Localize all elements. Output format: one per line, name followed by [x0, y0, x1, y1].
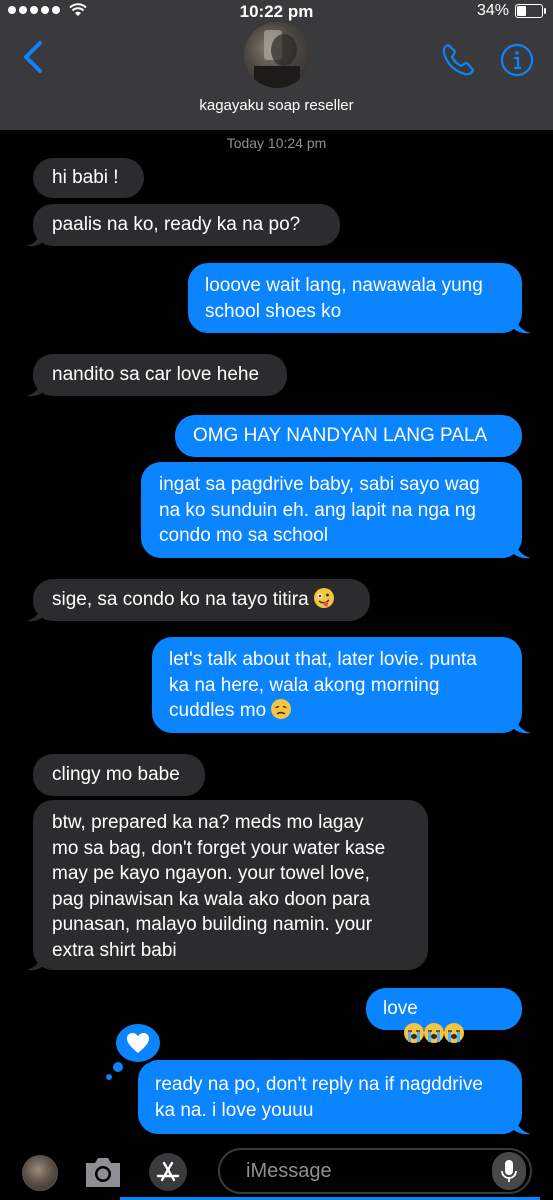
app-store-button[interactable]	[149, 1153, 187, 1191]
battery-status: 34%	[476, 2, 546, 20]
contact-name[interactable]: kagayaku soap reseller	[0, 97, 553, 114]
message-bubble-received[interactable]: clingy mo babe	[33, 754, 205, 796]
contact-avatar[interactable]	[244, 22, 310, 88]
message-bubble-received[interactable]: sige, sa condo ko na tayo titira	[33, 579, 370, 621]
tapback-tail	[113, 1062, 123, 1072]
animoji-avatar-button[interactable]	[22, 1155, 58, 1191]
message-bubble-sent[interactable]: OMG HAY NANDYAN LANG PALA	[175, 415, 522, 457]
status-time: 10:22 pm	[239, 2, 314, 21]
message-bubble-sent[interactable]: ready na po, don't reply na if nagddrive…	[138, 1060, 522, 1134]
camera-icon[interactable]	[82, 1153, 124, 1191]
loudly-crying-face-emoji	[404, 1022, 425, 1043]
bubble-tail	[26, 231, 44, 247]
message-text: ready na po, don't reply na if nagddrive…	[155, 1074, 483, 1121]
phone-icon[interactable]	[440, 42, 476, 78]
microphone-button[interactable]	[492, 1152, 526, 1190]
battery-percent: 34%	[476, 2, 509, 19]
message-bubble-sent[interactable]: let's talk about that, later lovie. punt…	[152, 637, 522, 733]
message-text: OMG HAY NANDYAN LANG PALA	[193, 425, 488, 446]
loudly-crying-face-emoji	[444, 1022, 465, 1043]
bubble-tail	[26, 381, 44, 397]
bubble-tail	[513, 718, 531, 734]
message-text: nandito sa car love hehe	[52, 364, 260, 385]
message-text: paalis na ko, ready ka na po?	[52, 214, 301, 235]
message-bubble-received[interactable]: hi babi !	[33, 158, 144, 198]
message-bubble-received[interactable]: paalis na ko, ready ka na po?	[33, 204, 340, 246]
bubble-tail	[26, 955, 44, 971]
message-text: clingy mo babe	[52, 764, 180, 785]
message-bubble-sent[interactable]: looove wait lang, nawawala yung school s…	[188, 263, 522, 333]
message-input-placeholder: iMessage	[246, 1160, 332, 1182]
zany-face-emoji	[313, 588, 334, 608]
message-text: let's talk about that, later lovie. punt…	[169, 649, 477, 721]
message-text: btw, prepared ka na? meds mo lagay mo sa…	[52, 812, 386, 961]
heart-tapback[interactable]	[113, 1021, 163, 1065]
bubble-tail	[26, 606, 44, 622]
message-text: looove wait lang, nawawala yung school s…	[205, 275, 483, 322]
disappointed-face-emoji	[271, 699, 292, 719]
bubble-tail	[513, 543, 531, 559]
message-bubble-sent[interactable]: love	[366, 988, 522, 1043]
back-chevron-icon[interactable]	[18, 40, 48, 74]
message-text: sige, sa condo ko na tayo titira	[52, 587, 334, 613]
bubble-tail	[513, 318, 531, 334]
microphone-icon	[501, 1160, 517, 1182]
info-icon[interactable]	[500, 43, 534, 77]
message-bubble-sent[interactable]: ingat sa pagdrive baby, sabi sayo wag na…	[141, 462, 522, 558]
heart-icon	[127, 1033, 149, 1053]
battery-icon	[515, 4, 546, 18]
bubble-tail	[513, 1119, 531, 1135]
app-store-icon	[156, 1161, 180, 1182]
message-bubble-received[interactable]: nandito sa car love hehe	[33, 354, 287, 396]
status-bar: 10:22 pm 34%	[0, 0, 553, 24]
loudly-crying-face-emoji	[424, 1022, 445, 1043]
message-timestamp: Today 10:24 pm	[226, 135, 327, 151]
message-text: hi babi !	[52, 167, 119, 188]
message-bubble-received[interactable]: btw, prepared ka na? meds mo lagay mo sa…	[33, 800, 428, 970]
message-text: ingat sa pagdrive baby, sabi sayo wag na…	[159, 474, 480, 546]
message-input[interactable]: iMessage	[218, 1148, 532, 1194]
tapback-tail	[106, 1074, 112, 1080]
